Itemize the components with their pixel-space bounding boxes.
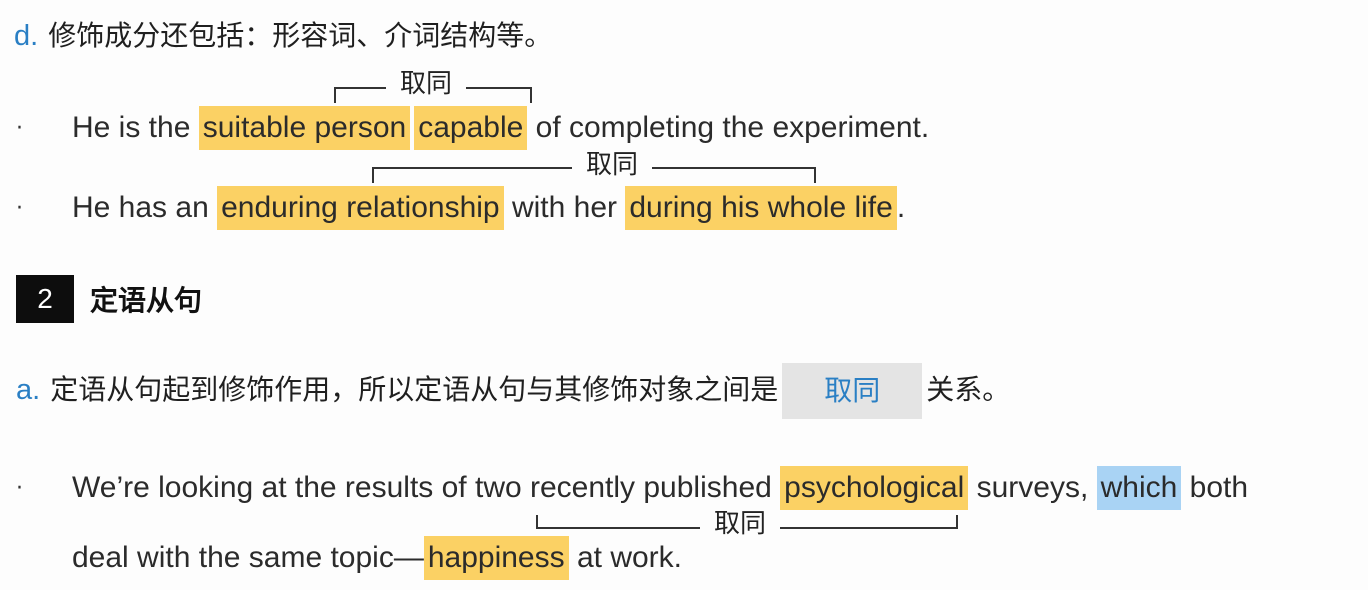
answer-box[interactable]: 取同: [782, 363, 923, 419]
example-1-sentence: He is the suitable person capable of comp…: [72, 106, 929, 150]
example-a-line2-prefix: deal with the same topic—: [72, 541, 424, 574]
item-a-text-after: 关系。: [926, 373, 1011, 406]
annotation-example-1: 取同: [386, 68, 467, 100]
highlight-enduring-relationship: enduring relationship: [217, 186, 504, 230]
example-a-line1-prefix: We’re looking at the results of two rece…: [72, 471, 781, 504]
example-2-sentence: He has an enduring relationship with her…: [72, 186, 905, 230]
item-a-letter: a.: [16, 374, 41, 406]
highlight-suitable-person: suitable person: [198, 106, 411, 150]
example-a-line1-mid: surveys,: [968, 471, 1097, 504]
highlight-which: which: [1096, 466, 1182, 510]
example-a-line-1: We’re looking at the results of two rece…: [72, 466, 1248, 510]
highlight-capable: capable: [414, 106, 528, 150]
example-2-prefix: He has an: [72, 191, 218, 224]
example-2-middle: with her: [503, 191, 626, 224]
item-a-text-before: 定语从句起到修饰作用，所以定语从句与其修饰对象之间是: [50, 373, 779, 406]
highlight-psychological: psychological: [780, 466, 969, 510]
item-d-text: 修饰成分还包括：形容词、介词结构等。: [48, 19, 553, 52]
item-d-letter: d.: [14, 20, 39, 52]
example-a-line1-suffix: both: [1181, 471, 1249, 504]
example-a-line2-suffix: at work.: [568, 541, 682, 574]
example-1-prefix: He is the: [72, 111, 199, 144]
section-title: 定语从句: [90, 284, 203, 317]
highlight-happiness: happiness: [423, 536, 569, 580]
example-1-suffix: of completing the experiment.: [527, 111, 930, 144]
annotation-example-2: 取同: [572, 149, 653, 181]
highlight-during-his-whole-life: during his whole life: [625, 186, 897, 230]
annotation-example-a: 取同: [700, 508, 781, 540]
section-number-badge: 2: [16, 275, 74, 323]
bullet: ·: [16, 116, 23, 141]
item-d: d. 修饰成分还包括：形容词、介词结构等。: [14, 16, 552, 56]
bullet: ·: [16, 476, 23, 501]
item-a: a. 定语从句起到修饰作用，所以定语从句与其修饰对象之间是 取同 关系。: [16, 362, 1010, 419]
example-2-suffix: .: [896, 191, 906, 224]
example-a-line-2: deal with the same topic— happiness at wo…: [72, 536, 682, 580]
bullet: ·: [16, 196, 23, 221]
